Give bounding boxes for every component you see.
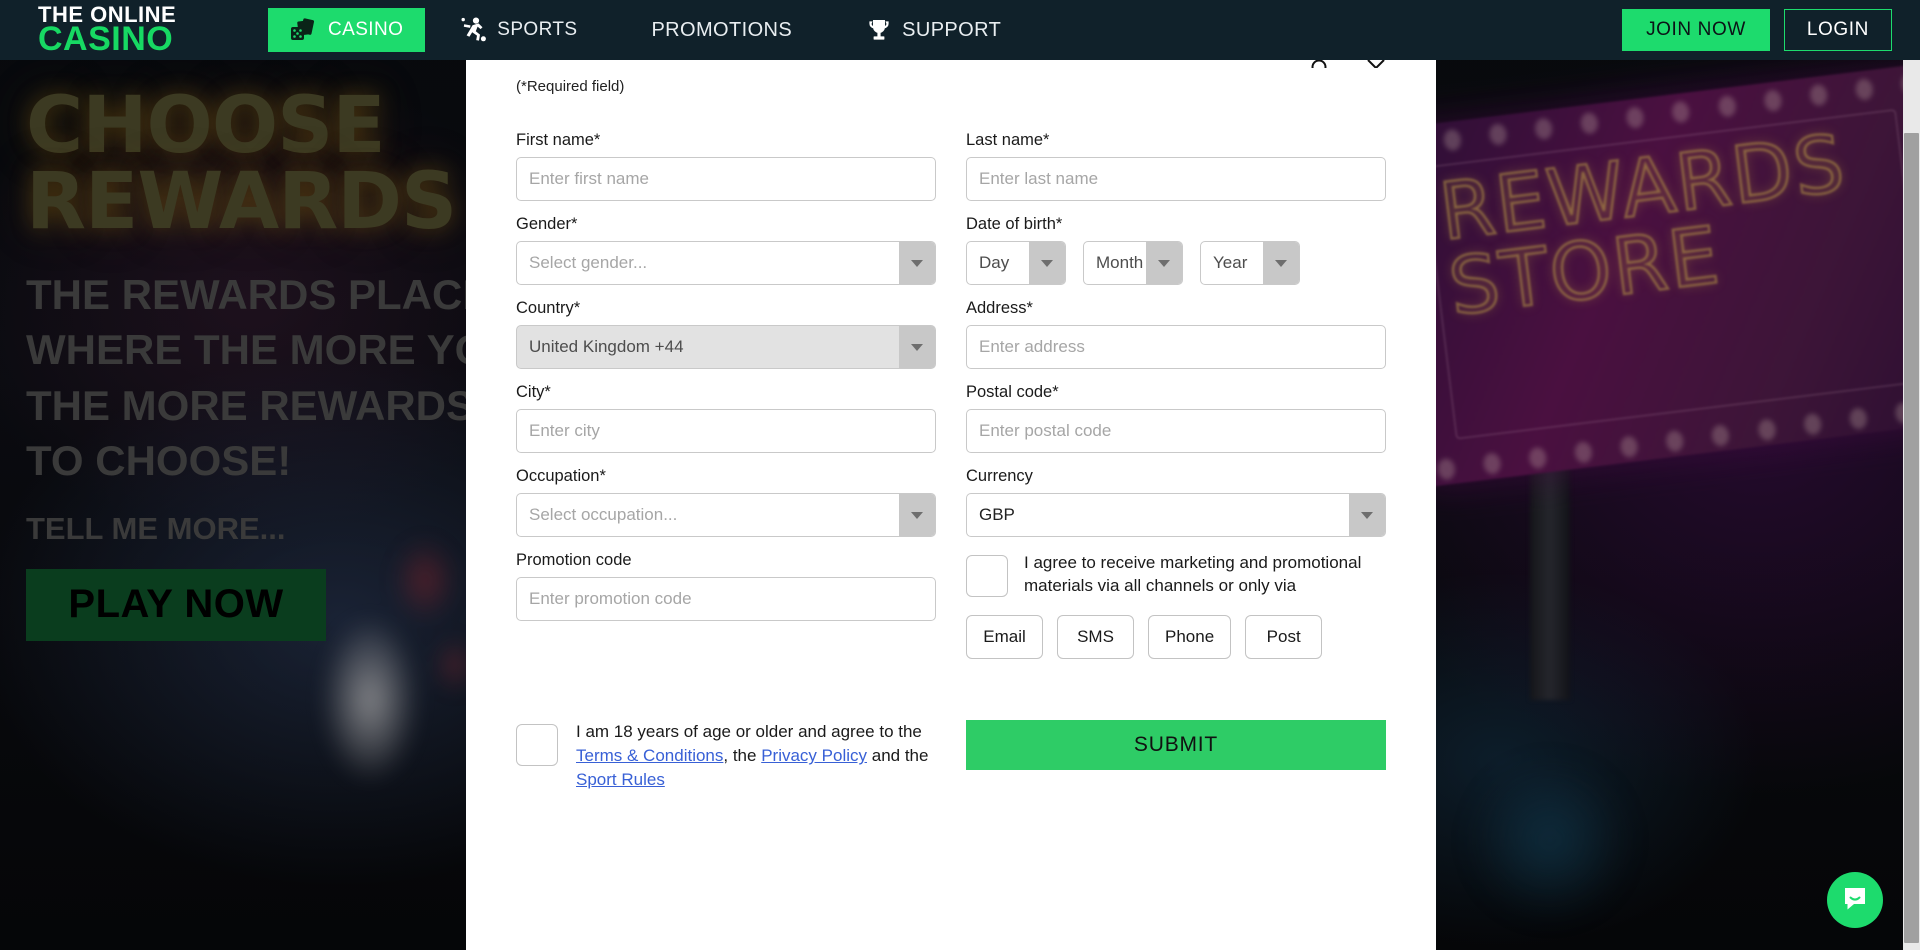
page-scrollbar-thumb[interactable] xyxy=(1904,133,1919,943)
currency-select[interactable]: GBP xyxy=(966,493,1386,537)
nav-item-sports[interactable]: SPORTS xyxy=(439,8,597,52)
dob-year-value: Year xyxy=(1213,253,1248,272)
field-occupation: Occupation* Select occupation... xyxy=(516,467,936,537)
country-select[interactable]: United Kingdom +44 xyxy=(516,325,936,369)
postal-code-label: Postal code* xyxy=(966,383,1059,401)
field-postal-code: Postal code* xyxy=(966,383,1386,453)
registration-form-footer: I am 18 years of age or older and agree … xyxy=(516,720,1386,792)
currency-label: Currency xyxy=(966,467,1033,485)
sport-rules-link[interactable]: Sport Rules xyxy=(576,770,665,789)
dob-month-select[interactable]: Month xyxy=(1083,241,1183,285)
chevron-down-icon xyxy=(899,494,935,536)
city-input[interactable] xyxy=(516,409,936,453)
first-name-input[interactable] xyxy=(516,157,936,201)
running-person-icon xyxy=(459,17,487,43)
rewards-store-sign: REWARDS STORE xyxy=(1378,62,1920,488)
registration-form: (*Required field) First name* Last name*… xyxy=(516,78,1386,659)
field-gender: Gender* Select gender... xyxy=(516,215,936,285)
dice-cards-icon xyxy=(290,18,318,42)
field-country: Country* United Kingdom +44 xyxy=(516,299,936,369)
nav-item-support-label: SUPPORT xyxy=(902,18,1002,41)
join-now-button[interactable]: JOIN NOW xyxy=(1622,9,1770,51)
terms-agreement-text: I am 18 years of age or older and agree … xyxy=(576,720,936,792)
field-last-name: Last name* xyxy=(966,131,1386,201)
chevron-down-icon xyxy=(1146,242,1182,284)
date-of-birth-selects: Day Month Year xyxy=(966,241,1386,285)
field-first-name: First name* xyxy=(516,131,936,201)
nav-item-promotions-label: PROMOTIONS xyxy=(651,18,793,41)
occupation-select[interactable]: Select occupation... xyxy=(516,493,936,537)
submit-button[interactable]: SUBMIT xyxy=(966,720,1386,770)
field-date-of-birth: Date of birth* Day Month Year xyxy=(966,215,1386,285)
channel-button-sms[interactable]: SMS xyxy=(1057,614,1134,659)
field-address: Address* xyxy=(966,299,1386,369)
terms-text-part1: I am 18 years of age or older and agree … xyxy=(576,722,922,741)
chevron-down-icon xyxy=(899,242,935,284)
background-glow-blur xyxy=(1430,700,1710,950)
nav-actions: JOIN NOW LOGIN xyxy=(1622,9,1892,51)
dob-day-value: Day xyxy=(979,253,1010,272)
first-name-label: First name* xyxy=(516,131,601,149)
field-currency: Currency GBP xyxy=(966,467,1386,537)
terms-agreement-checkbox[interactable] xyxy=(516,724,558,766)
nav-item-casino-label: CASINO xyxy=(328,19,404,40)
chevron-down-icon xyxy=(1349,494,1385,536)
gender-select[interactable]: Select gender... xyxy=(516,241,936,285)
field-city: City* xyxy=(516,383,936,453)
postal-code-input[interactable] xyxy=(966,409,1386,453)
marketing-consent-checkbox[interactable] xyxy=(966,555,1008,597)
brand-logo[interactable]: THE ONLINE CASINO xyxy=(38,3,242,58)
field-promotion-code: Promotion code xyxy=(516,551,936,659)
chevron-down-icon xyxy=(1029,242,1065,284)
dob-year-select[interactable]: Year xyxy=(1200,241,1300,285)
channel-button-email[interactable]: Email xyxy=(966,614,1043,659)
country-select-value: United Kingdom +44 xyxy=(529,337,684,356)
occupation-select-value: Select occupation... xyxy=(529,505,678,524)
dob-day-select[interactable]: Day xyxy=(966,241,1066,285)
date-of-birth-label: Date of birth* xyxy=(966,215,1063,233)
promotion-code-label: Promotion code xyxy=(516,551,632,569)
address-label: Address* xyxy=(966,299,1033,317)
dob-month-value: Month xyxy=(1096,253,1144,272)
form-fields-grid: First name* Last name* Gender* Select ge… xyxy=(516,131,1386,659)
chat-bubble-smile-icon xyxy=(1841,884,1869,917)
registration-modal: (*Required field) First name* Last name*… xyxy=(466,60,1436,950)
chat-widget-button[interactable] xyxy=(1827,872,1883,928)
currency-select-value: GBP xyxy=(979,505,1015,524)
marketing-consent-text: I agree to receive marketing and promoti… xyxy=(1024,553,1362,596)
country-label: Country* xyxy=(516,299,581,317)
gender-select-value: Select gender... xyxy=(529,253,648,272)
promotion-code-input[interactable] xyxy=(516,577,936,621)
city-label: City* xyxy=(516,383,551,401)
terms-agreement-block: I am 18 years of age or older and agree … xyxy=(516,720,936,792)
required-field-note: (*Required field) xyxy=(516,78,625,95)
nav-item-promotions[interactable]: PROMOTIONS xyxy=(631,8,812,52)
privacy-policy-link[interactable]: Privacy Policy xyxy=(761,746,867,765)
play-now-button[interactable]: PLAY NOW xyxy=(26,568,326,641)
terms-and-conditions-link[interactable]: Terms & Conditions xyxy=(576,746,723,765)
address-input[interactable] xyxy=(966,325,1386,369)
terms-text-part3: and the xyxy=(867,746,929,766)
channel-button-phone[interactable]: Phone xyxy=(1148,614,1232,659)
login-button[interactable]: LOGIN xyxy=(1783,9,1892,51)
occupation-label: Occupation* xyxy=(516,467,606,485)
top-navigation-bar: THE ONLINE CASINO CASINO SPORTS PROMOTIO… xyxy=(0,0,1920,60)
nav-item-casino[interactable]: CASINO xyxy=(268,8,426,52)
channel-button-post[interactable]: Post xyxy=(1245,614,1323,659)
gender-label: Gender* xyxy=(516,215,578,233)
nav-item-support[interactable]: SUPPORT xyxy=(846,8,1021,52)
sign-post xyxy=(1530,440,1570,700)
chevron-down-icon xyxy=(1263,242,1299,284)
marketing-consent-block: I agree to receive marketing and promoti… xyxy=(966,551,1386,598)
marketing-channel-buttons: Email SMS Phone Post xyxy=(966,614,1386,659)
last-name-label: Last name* xyxy=(966,131,1050,149)
trophy-icon xyxy=(866,17,892,43)
last-name-input[interactable] xyxy=(966,157,1386,201)
nav-item-sports-label: SPORTS xyxy=(497,19,578,40)
chevron-down-icon xyxy=(899,326,935,368)
brand-line-casino: CASINO xyxy=(38,19,174,58)
field-marketing-consent: I agree to receive marketing and promoti… xyxy=(966,551,1386,659)
terms-text-part2: , the xyxy=(723,746,762,766)
